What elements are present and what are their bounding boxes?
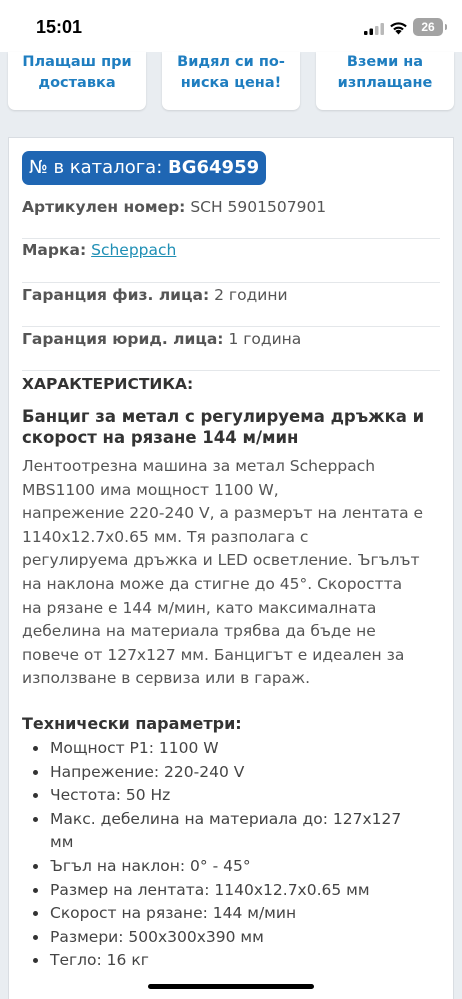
description-line: Лентоотрезна машина за метал Scheppach	[22, 457, 376, 475]
spec-text: Ъгъл на наклон: 0° - 45°	[50, 856, 251, 875]
description-line: MBS1100 има мощност 1100 W,	[22, 480, 279, 499]
spec-item: Размер на лентата: 1140x12.7x0.65 мм	[22, 879, 442, 903]
status-time: 15:01	[36, 17, 83, 37]
description-line: регулируема дръжка и LED осветление. Ъгъ…	[22, 551, 420, 570]
spec-item: Напрежение: 220-240 V	[22, 761, 442, 785]
spec-text: Тегло: 16 кг	[50, 951, 149, 970]
spec-text: Размери: 500x300x390 мм	[50, 927, 264, 946]
catalog-number: BG64959	[168, 157, 260, 178]
product-details-card: № в каталога: BG64959 Артикулен номер: S…	[8, 137, 454, 999]
spec-item: Макс. дебелина на материала до: 127x127 м…	[22, 808, 442, 855]
tech-specs-list: Мощност P1: 1100 W Напрежение: 220-240 V…	[22, 737, 442, 973]
spec-text: Размер на лентата: 1140x12.7x0.65 мм	[50, 880, 370, 899]
description-line: 1140x12.7x0.65 мм. Тя разполага с	[22, 527, 309, 546]
spec-text: Честота: 50 Hz	[50, 786, 171, 805]
product-description: Лентоотрезна машина за метал Scheppach M…	[22, 455, 442, 691]
promo-line: доставка	[38, 75, 116, 91]
promo-line: Вземи на	[346, 54, 424, 70]
description-line: използване в сервиза или в гараж.	[22, 669, 311, 688]
spec-text: Макс. дебелина на материала до: 127x127	[50, 809, 402, 828]
article-number-row: Артикулен номер: SCH 5901507901	[22, 195, 440, 239]
description-line: напрежение 220-240 V, а размерът на лент…	[22, 504, 424, 523]
warranty-company-value: 1 година	[228, 330, 302, 348]
catalog-number-badge: № в каталога: BG64959	[22, 151, 266, 185]
warranty-private-value: 2 години	[214, 286, 288, 304]
spec-item: Скорост на рязане: 144 м/мин	[22, 902, 442, 926]
description-line: повече от 127x127 мм. Банцигът е идеален…	[22, 645, 405, 664]
article-number-label: Артикулен номер:	[22, 198, 186, 216]
brand-row: Марка: Scheppach	[22, 239, 440, 283]
spec-text: Мощност P1: 1100 W	[50, 739, 219, 757]
characteristics-heading: ХАРАКТЕРИСТИКА:	[22, 375, 194, 393]
promo-buttons-row: Плащаш при доставка Видял си по-ниска цен…	[0, 52, 462, 112]
spec-text: Скорост на рязане: 144 м/мин	[50, 904, 297, 923]
spec-text-continued: мм	[50, 833, 74, 852]
warranty-company-label: Гаранция юрид. лица:	[22, 330, 224, 348]
warranty-private-row: Гаранция физ. лица: 2 години	[22, 283, 440, 327]
spec-item: Мощност P1: 1100 W	[22, 737, 442, 761]
description-line: дебелина на материала трябва да бъде не	[22, 622, 376, 641]
description-line: на наклона може да стигне до 45°. Скорос…	[22, 574, 403, 593]
wifi-icon	[390, 22, 407, 35]
spec-item: Ъгъл на наклон: 0° - 45°	[22, 855, 442, 879]
signal-icon	[364, 23, 384, 35]
brand-label: Марка:	[22, 241, 87, 259]
home-indicator	[148, 984, 314, 989]
spec-item: Тегло: 16 кг	[22, 949, 442, 973]
article-number-value: SCH 5901507901	[190, 198, 327, 216]
lower-price-button[interactable]: Видял си по-ниска цена!	[162, 52, 300, 110]
promo-line: Видял си по-	[177, 54, 285, 70]
promo-line: ниска цена!	[180, 75, 282, 91]
warranty-company-row: Гаранция юрид. лица: 1 година	[22, 327, 440, 371]
description-line: на рязане е 144 м/мин, като максималната	[22, 598, 377, 617]
battery-icon: 26	[413, 18, 447, 36]
tech-params-heading: Технически параметри:	[22, 714, 242, 733]
spec-item: Размери: 500x300x390 мм	[22, 926, 442, 950]
installments-button[interactable]: Вземи на изплащане	[316, 52, 454, 110]
spec-item: Честота: 50 Hz	[22, 784, 442, 808]
product-title: Банциг за метал с регулируема дръжка и с…	[22, 407, 425, 447]
catalog-label: № в каталога:	[29, 157, 163, 178]
warranty-private-label: Гаранция физ. лица:	[22, 286, 210, 304]
spec-text: Напрежение: 220-240 V	[50, 762, 245, 781]
status-bar: 15:01 26	[0, 0, 462, 52]
pay-on-delivery-button[interactable]: Плащаш при доставка	[8, 52, 146, 110]
brand-link[interactable]: Scheppach	[91, 241, 176, 259]
promo-line: Плащаш при	[22, 54, 132, 70]
promo-line: изплащане	[337, 75, 433, 91]
